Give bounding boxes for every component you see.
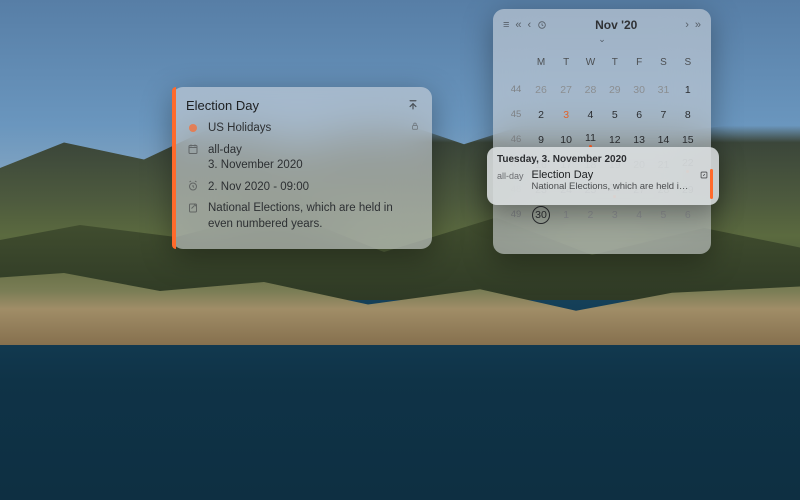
chevron-down-icon[interactable]: ⌄ <box>503 34 701 45</box>
calendar-day-cell[interactable]: 5 <box>604 103 626 126</box>
notes-icon <box>187 202 199 214</box>
calendar-day-cell[interactable]: 3 <box>555 103 577 126</box>
calendar-weekday-header: F <box>628 53 650 76</box>
popover-date: Tuesday, 3. November 2020 <box>497 154 709 165</box>
calendar-day-cell[interactable]: 6 <box>628 103 650 126</box>
day-popover: Tuesday, 3. November 2020 all-day Electi… <box>487 147 719 205</box>
calendar-weekday-header: S <box>677 53 699 76</box>
calendar-day-cell[interactable]: 30 <box>628 78 650 101</box>
calendar-weekday-header: T <box>604 53 626 76</box>
calendar-menu-icon[interactable]: ≡ <box>503 19 509 31</box>
open-event-icon[interactable] <box>699 170 709 180</box>
calendar-icon <box>187 143 199 155</box>
calendar-weekday-header: M <box>529 53 553 76</box>
calendar-day-cell[interactable]: 31 <box>652 78 674 101</box>
calendar-day-cell[interactable]: 28 <box>579 78 601 101</box>
calendar-day-cell[interactable]: 27 <box>555 78 577 101</box>
popover-accent-bar <box>710 169 714 199</box>
calendar-day-cell[interactable]: 6 <box>677 203 699 226</box>
event-title: Election Day <box>186 98 259 113</box>
event-detail-panel: Election Day US Holidays all-day 3. Nove… <box>172 87 432 249</box>
calendar-day-cell[interactable]: 26 <box>529 78 553 101</box>
calendar-day-cell[interactable]: 30 <box>529 203 553 226</box>
calendar-week-number: 45 <box>505 103 527 126</box>
calendar-week-number: 44 <box>505 78 527 101</box>
calendar-next-month-button[interactable]: › <box>685 19 689 31</box>
popover-all-day-badge: all-day <box>497 169 524 181</box>
calendar-day-cell[interactable]: 29 <box>604 78 626 101</box>
event-date: 3. November 2020 <box>208 158 420 174</box>
event-notes: National Elections, which are held in ev… <box>208 201 420 232</box>
calendar-day-cell[interactable]: 4 <box>579 103 601 126</box>
calendar-day-cell[interactable]: 1 <box>677 78 699 101</box>
event-all-day-label: all-day <box>208 143 420 159</box>
calendar-color-dot <box>189 124 197 132</box>
lock-icon <box>410 121 420 131</box>
event-alarm: 2. Nov 2020 - 09:00 <box>208 180 420 196</box>
calendar-day-cell[interactable]: 2 <box>579 203 601 226</box>
popover-event-desc: National Elections, which are held in ev… <box>532 181 692 192</box>
calendar-day-cell[interactable]: 7 <box>652 103 674 126</box>
calendar-weekday-header: S <box>652 53 674 76</box>
mini-calendar-panel: ≡ « ‹ Nov '20 › » ⌄ MTWTFSS 442627282930… <box>493 9 711 254</box>
calendar-weekday-header: W <box>579 53 601 76</box>
share-icon[interactable] <box>406 99 420 113</box>
calendar-day-cell[interactable]: 3 <box>604 203 626 226</box>
calendar-month-title[interactable]: Nov '20 <box>595 18 637 32</box>
calendar-prev-month-button[interactable]: ‹ <box>528 19 532 31</box>
calendar-next-year-button[interactable]: » <box>695 19 701 31</box>
alarm-clock-icon <box>187 180 199 192</box>
calendar-day-cell[interactable]: 1 <box>555 203 577 226</box>
calendar-week-number: 49 <box>505 203 527 226</box>
calendar-day-cell[interactable]: 4 <box>628 203 650 226</box>
calendar-prev-year-button[interactable]: « <box>515 19 521 31</box>
popover-event-title[interactable]: Election Day <box>532 169 594 181</box>
calendar-day-cell[interactable]: 8 <box>677 103 699 126</box>
calendar-day-cell[interactable]: 5 <box>652 203 674 226</box>
calendar-weekday-header: T <box>555 53 577 76</box>
event-calendar-name: US Holidays <box>208 121 401 137</box>
calendar-day-cell[interactable]: 2 <box>529 103 553 126</box>
clock-icon[interactable] <box>537 20 547 30</box>
